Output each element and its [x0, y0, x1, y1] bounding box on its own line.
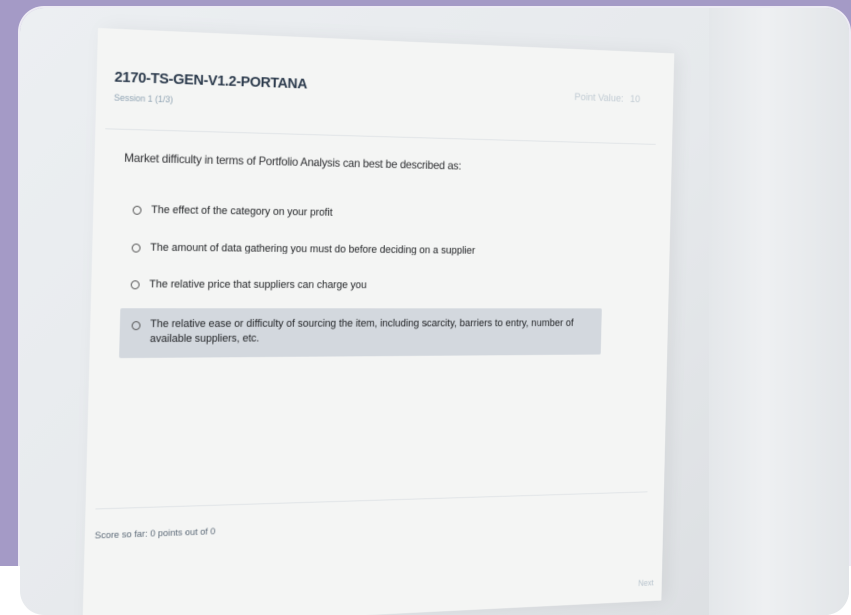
- answer-option-4[interactable]: The relative ease or difficulty of sourc…: [131, 317, 602, 347]
- radio-button[interactable]: [132, 321, 141, 330]
- radio-button[interactable]: [131, 280, 140, 289]
- answer-option-3[interactable]: The relative price that suppliers can ch…: [131, 278, 620, 291]
- radio-button[interactable]: [133, 205, 142, 214]
- quiz-title: 2170-TS-GEN-V1.2-PORTANA: [114, 69, 307, 93]
- score-summary: Score so far: 0 points out of 0: [95, 526, 216, 541]
- session-indicator[interactable]: Session 1 (1/3): [114, 93, 173, 105]
- photo-frame: 2170-TS-GEN-V1.2-PORTANA Session 1 (1/3)…: [20, 8, 849, 615]
- quiz-screen: 2170-TS-GEN-V1.2-PORTANA Session 1 (1/3)…: [82, 28, 674, 615]
- answer-option-label: The relative price that suppliers can ch…: [149, 278, 367, 291]
- next-button[interactable]: Next: [638, 578, 654, 588]
- radio-button[interactable]: [132, 243, 141, 252]
- answer-option-2[interactable]: The amount of data gathering you must do…: [132, 242, 620, 258]
- answer-option-4-selected[interactable]: The relative ease or difficulty of sourc…: [119, 308, 602, 358]
- footer-divider: [95, 491, 647, 509]
- monitor-bezel: [709, 8, 849, 615]
- answer-option-1[interactable]: The effect of the category on your profi…: [133, 204, 621, 223]
- answer-option-label: The effect of the category on your profi…: [151, 204, 333, 219]
- page: 2170-TS-GEN-V1.2-PORTANA Session 1 (1/3)…: [0, 0, 851, 615]
- answer-option-label: The relative ease or difficulty of sourc…: [150, 317, 603, 347]
- point-value-label: Point Value:: [574, 92, 623, 105]
- quiz-header: 2170-TS-GEN-V1.2-PORTANA Session 1 (1/3)…: [113, 69, 655, 144]
- point-value: 10: [630, 94, 640, 105]
- answer-option-label: The amount of data gathering you must do…: [150, 242, 475, 257]
- question-text: Market difficulty in terms of Portfolio …: [124, 151, 461, 173]
